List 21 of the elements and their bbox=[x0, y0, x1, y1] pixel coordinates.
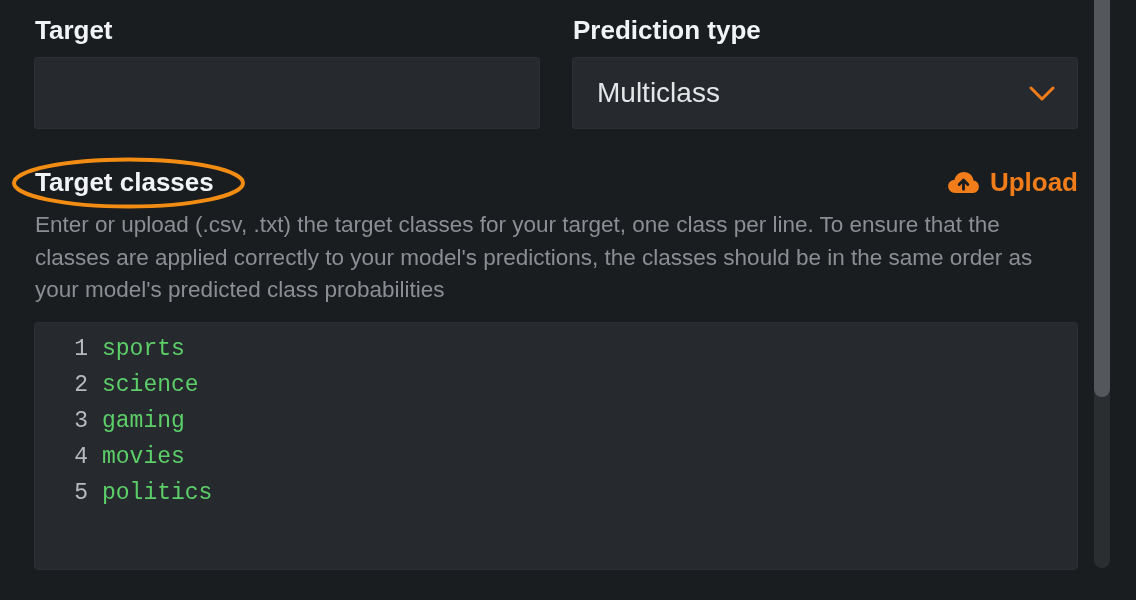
select-dropdown[interactable]: Multiclass bbox=[572, 57, 1078, 129]
line-number: 4 bbox=[73, 442, 88, 472]
code-text: sports bbox=[102, 334, 185, 364]
cloud-upload-icon bbox=[946, 170, 980, 194]
line-number: 5 bbox=[73, 478, 88, 508]
line-number: 2 bbox=[73, 370, 88, 400]
description-text: Enter or upload (.csv, .txt) the target classes for your target, one class per line. To ensure that the classes are applied correctly to your model's predictions, the classes should be in the same order as your model's predicted class probabilities bbox=[35, 211, 1034, 304]
code-text: science bbox=[102, 370, 199, 400]
field-label: Prediction type bbox=[573, 15, 761, 45]
code-editor[interactable]: 1 sports 2 science 3 gaming 4 movies 5 politics bbox=[34, 321, 1078, 570]
section-label: Target classes bbox=[35, 167, 214, 197]
code-text: movies bbox=[102, 442, 185, 472]
field-label: Target bbox=[35, 15, 113, 45]
code-text: politics bbox=[102, 478, 213, 508]
upload-button[interactable]: Upload bbox=[946, 167, 1078, 197]
scrollbar[interactable] bbox=[1094, 0, 1110, 568]
code-text: gaming bbox=[102, 406, 185, 436]
chevron-down-icon bbox=[1029, 85, 1055, 101]
line-number: 3 bbox=[73, 406, 88, 436]
scrollbar-thumb[interactable] bbox=[1094, 0, 1110, 397]
line-number: 1 bbox=[73, 334, 88, 364]
